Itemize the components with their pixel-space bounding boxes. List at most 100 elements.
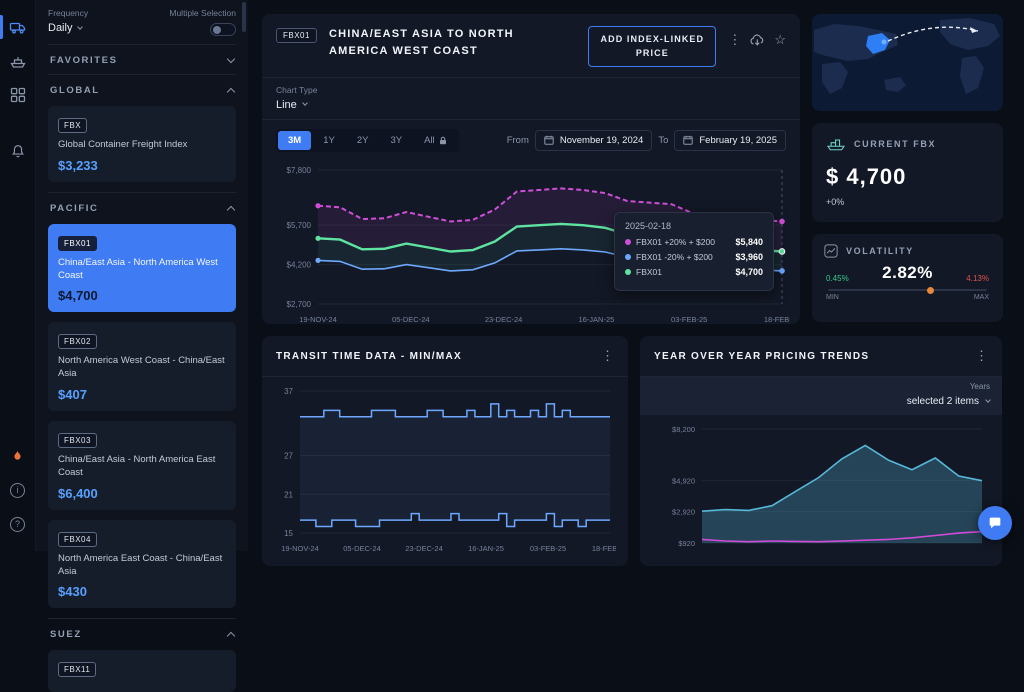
from-label: From <box>507 135 529 146</box>
to-date-input[interactable]: February 19, 2025 <box>674 130 786 151</box>
transit-kebab-button[interactable]: ⋮ <box>601 348 614 364</box>
sidebar-item-fbx01[interactable]: FBX01China/East Asia - North America Wes… <box>48 224 236 313</box>
export-button[interactable] <box>750 34 765 47</box>
scrollbar-thumb[interactable] <box>242 2 246 32</box>
chevron-down-icon <box>78 24 84 30</box>
chat-icon <box>987 515 1003 531</box>
date-range-controls: From November 19, 2024 To February 19, 2… <box>507 130 786 151</box>
from-date-input[interactable]: November 19, 2024 <box>535 130 652 151</box>
rail-item-notifications[interactable] <box>0 134 35 168</box>
range-3y-button[interactable]: 3Y <box>380 131 412 150</box>
sidebar-item-fbx[interactable]: FBXGlobal Container Freight Index$3,233 <box>48 106 236 182</box>
volatility-min: 0.45% <box>826 274 849 283</box>
frequency-control[interactable]: Frequency Daily <box>48 8 88 36</box>
range-all-button[interactable]: All <box>414 131 457 150</box>
range-label: All <box>424 135 435 146</box>
to-label: To <box>658 135 668 146</box>
index-price: $4,700 <box>58 288 226 303</box>
calendar-icon <box>544 135 554 145</box>
svg-text:$5,700: $5,700 <box>287 221 312 230</box>
transit-panel-header: TRANSIT TIME DATA - MIN/MAX ⋮ <box>262 336 628 377</box>
chevron-down-icon <box>302 100 308 106</box>
transit-chart-canvas[interactable]: 3727211519-NOV-2405-DEC-2423-DEC-2416-JA… <box>274 381 616 561</box>
sidebar-item-fbx04[interactable]: FBX04North America East Coast - China/Ea… <box>48 520 236 609</box>
series-dot <box>625 254 631 260</box>
svg-text:15: 15 <box>284 529 293 538</box>
kebab-icon: ⋮ <box>728 32 741 48</box>
rail-item-ocean-freight[interactable] <box>0 44 35 78</box>
svg-text:$2,700: $2,700 <box>287 300 312 309</box>
index-title: Global Container Freight Index <box>58 139 226 152</box>
rail-item-info[interactable]: i <box>0 473 35 507</box>
chat-widget-button[interactable] <box>978 506 1012 540</box>
panel-title: YEAR OVER YEAR PRICING TRENDS <box>654 351 869 362</box>
svg-text:03-FEB-25: 03-FEB-25 <box>530 544 566 553</box>
lock-icon <box>439 136 447 145</box>
yoy-chart-canvas[interactable]: $8,200$4,920$2,920$920 <box>652 419 990 569</box>
series-dot <box>625 239 631 245</box>
range-group: 3M 1Y 2Y 3Y All <box>276 129 459 152</box>
calendar-icon <box>683 135 693 145</box>
years-dropdown[interactable]: selected 2 items <box>907 396 990 407</box>
favorite-star-button[interactable]: ☆ <box>774 32 786 48</box>
svg-text:03-FEB-25: 03-FEB-25 <box>671 315 707 324</box>
from-date-value: November 19, 2024 <box>560 135 643 146</box>
svg-text:19-NOV-24: 19-NOV-24 <box>299 315 337 324</box>
current-fbx-change: +0% <box>826 197 989 207</box>
fbx-price-chart[interactable]: $7,800$5,700$4,200$2,70019-NOV-2405-DEC-… <box>262 158 800 335</box>
range-2y-button[interactable]: 2Y <box>347 131 379 150</box>
kebab-icon: ⋮ <box>601 348 614 364</box>
sidebar-section-suez[interactable]: SUEZ <box>48 618 236 648</box>
volatility-track <box>828 289 987 291</box>
rail-item-freight-indexes[interactable] <box>0 10 35 44</box>
info-icon: i <box>10 483 25 498</box>
yoy-kebab-button[interactable]: ⋮ <box>975 348 988 364</box>
multiple-selection-control: Multiple Selection <box>169 8 236 36</box>
yoy-chart[interactable]: $8,200$4,920$2,920$920 <box>640 415 1002 574</box>
fbx-detail-card: FBX01 CHINA/EAST ASIA TO NORTH AMERICA W… <box>262 14 800 324</box>
bell-icon <box>10 143 26 159</box>
index-badge: FBX01 <box>276 28 317 43</box>
range-1y-button[interactable]: 1Y <box>313 131 345 150</box>
rail-item-dashboard[interactable] <box>0 78 35 112</box>
sidebar-item-fbx11[interactable]: FBX11 <box>48 650 236 692</box>
svg-text:$4,920: $4,920 <box>672 476 695 485</box>
route-map-card <box>812 14 1003 111</box>
transit-chart[interactable]: 3727211519-NOV-2405-DEC-2423-DEC-2416-JA… <box>262 377 628 566</box>
current-fbx-value: $ 4,700 <box>826 164 989 190</box>
range-label: 1Y <box>323 135 335 146</box>
sidebar-section-global[interactable]: GLOBAL <box>48 74 236 104</box>
add-index-linked-price-button[interactable]: ADD INDEX-LINKED PRICE <box>588 26 716 67</box>
page-title: CHINA/EAST ASIA TO NORTH AMERICA WEST CO… <box>329 26 576 60</box>
yoy-panel-header: YEAR OVER YEAR PRICING TRENDS ⋮ <box>640 336 1002 377</box>
sidebar-section-pacific[interactable]: PACIFIC <box>48 192 236 222</box>
tooltip-row: FBX01$4,700 <box>625 267 763 277</box>
svg-text:23-DEC-24: 23-DEC-24 <box>485 315 523 324</box>
section-label: GLOBAL <box>50 85 100 96</box>
chart-type-dropdown[interactable]: Line <box>276 99 786 111</box>
sidebar-section-favorites[interactable]: FAVORITES <box>48 44 236 74</box>
svg-text:27: 27 <box>284 452 293 461</box>
series-dot <box>625 269 631 275</box>
volatility-max: 4.13% <box>966 274 989 283</box>
cloud-download-icon <box>750 34 765 47</box>
section-label: PACIFIC <box>50 203 99 214</box>
sidebar-item-fbx03[interactable]: FBX03China/East Asia - North America Eas… <box>48 421 236 510</box>
rail-item-whats-new[interactable] <box>0 439 35 473</box>
chart-tooltip: 2025-02-18 FBX01 +20% + $200$5,840FBX01 … <box>614 212 774 291</box>
range-label: 2Y <box>357 135 369 146</box>
rail-bottom-group: i ? <box>0 439 35 541</box>
svg-text:05-DEC-24: 05-DEC-24 <box>392 315 430 324</box>
svg-text:19-NOV-24: 19-NOV-24 <box>281 544 319 553</box>
kebab-menu-button[interactable]: ⋮ <box>728 32 741 48</box>
range-3m-button[interactable]: 3M <box>278 131 311 150</box>
current-fbx-label: CURRENT FBX <box>854 139 936 149</box>
sidebar-item-fbx02[interactable]: FBX02North America West Coast - China/Ea… <box>48 322 236 411</box>
index-price: $430 <box>58 584 226 599</box>
volatility-header: VOLATILITY <box>824 244 991 258</box>
series-value: $4,700 <box>735 267 763 277</box>
rail-item-help[interactable]: ? <box>0 507 35 541</box>
chart-controls: 3M 1Y 2Y 3Y All From November 19, 2024 To Fe… <box>262 120 800 158</box>
frequency-dropdown[interactable]: Daily <box>48 22 88 34</box>
multiple-selection-toggle[interactable] <box>210 23 236 36</box>
